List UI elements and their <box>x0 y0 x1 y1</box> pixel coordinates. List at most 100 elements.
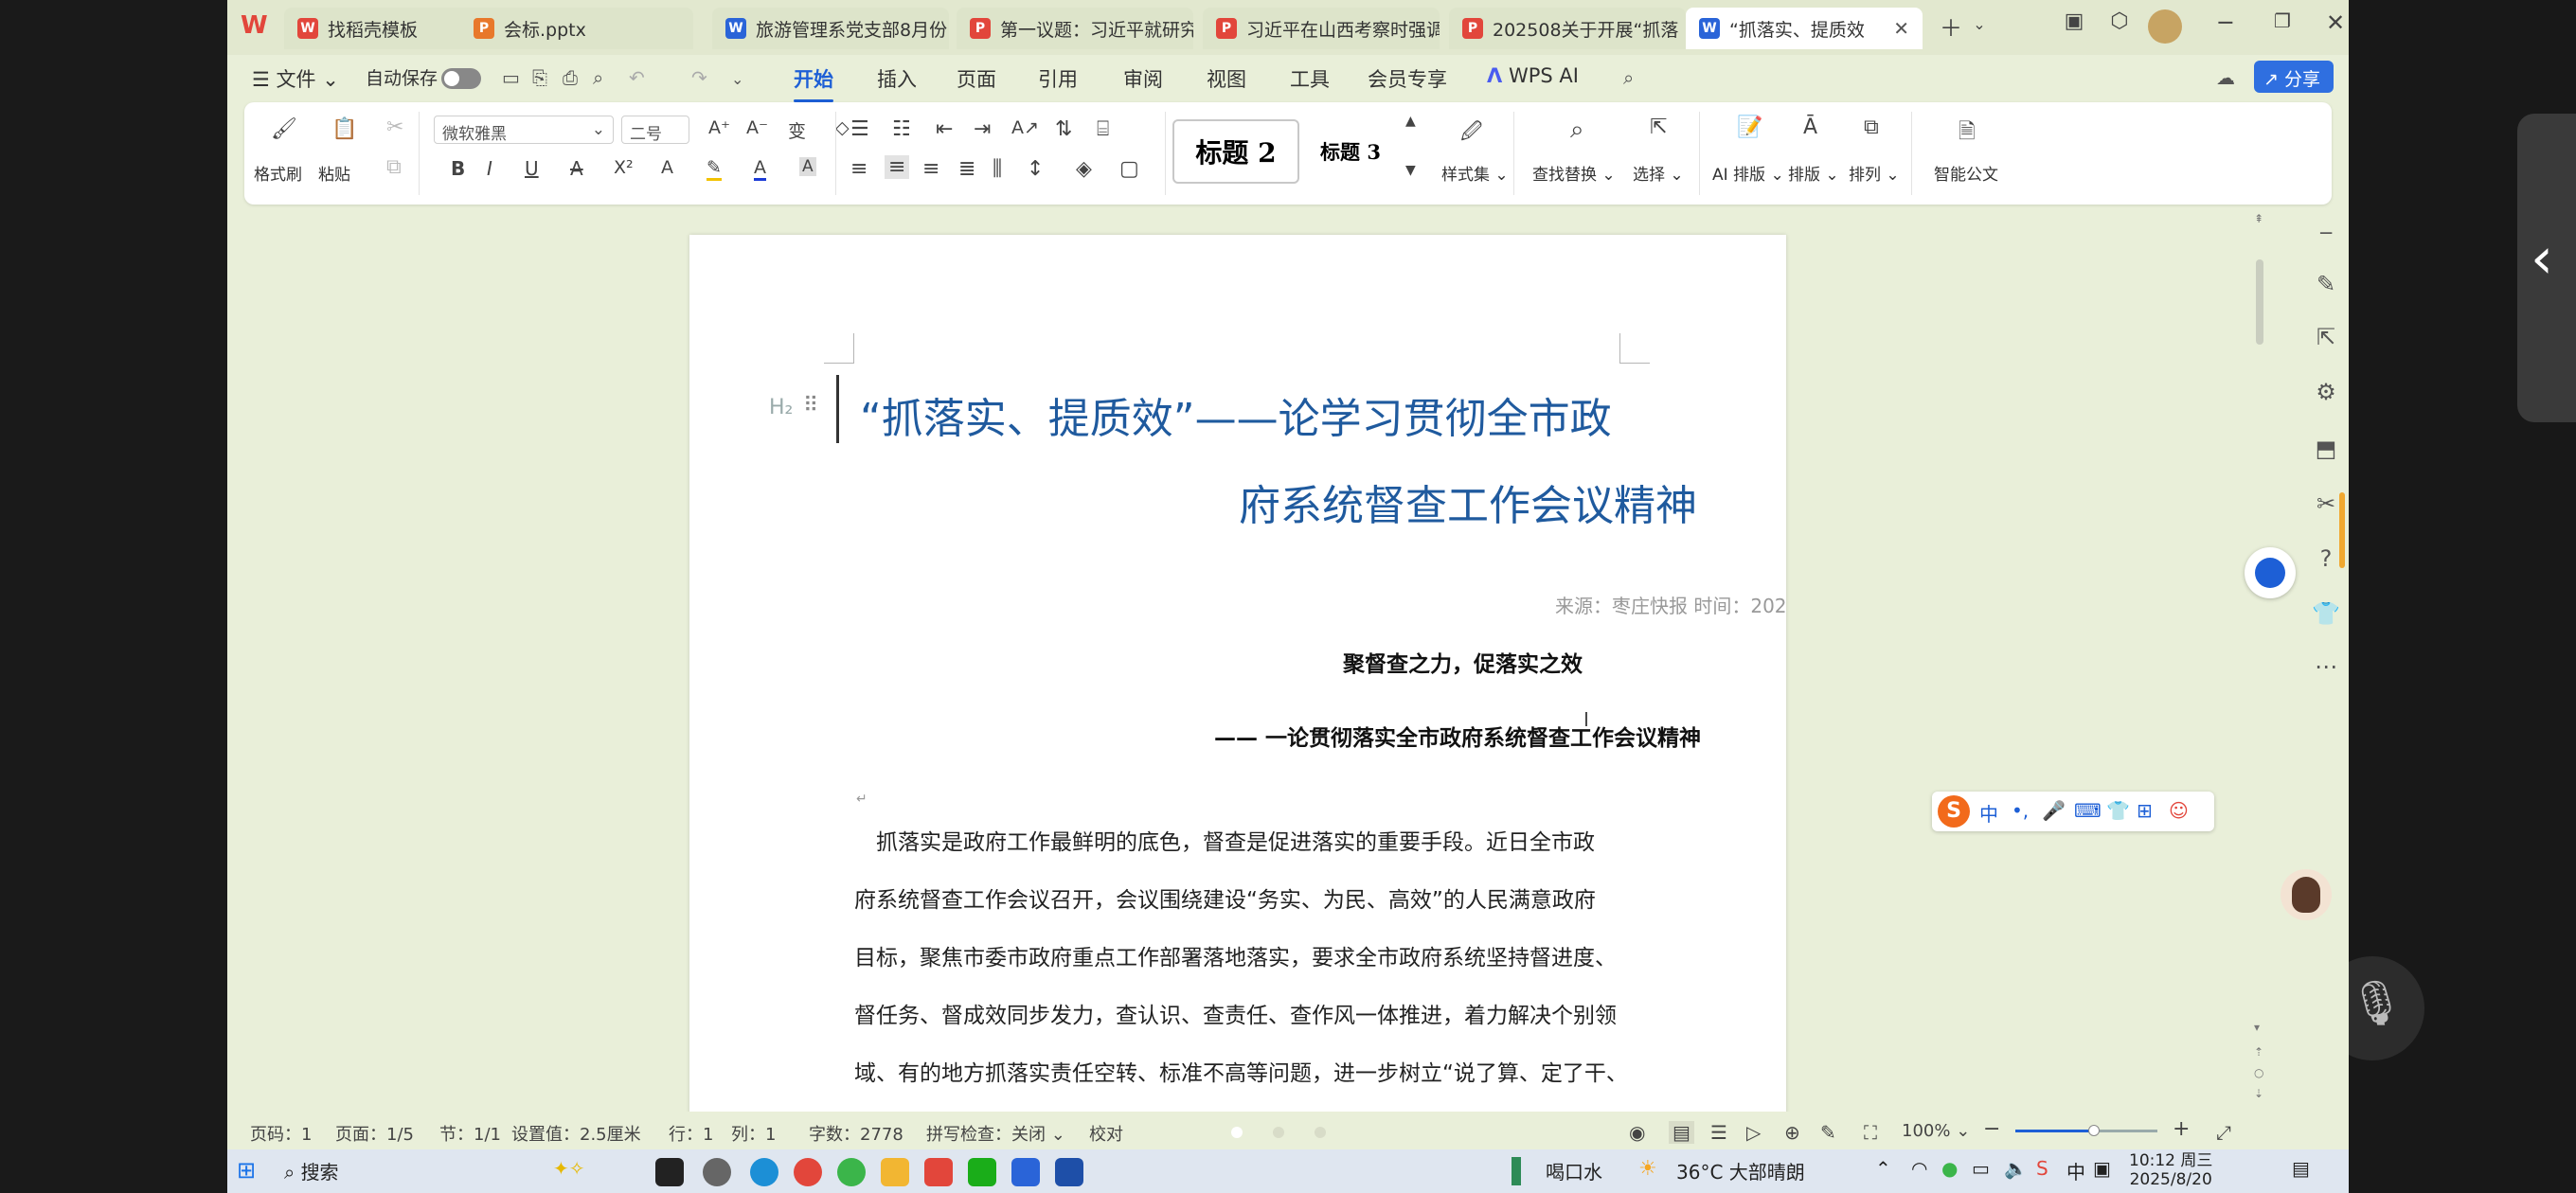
ime-punct-icon[interactable]: •, <box>2012 799 2029 822</box>
page-dot[interactable] <box>1231 1127 1243 1138</box>
tab-member[interactable]: 会员专享 <box>1368 64 1447 93</box>
ime-keyboard-icon[interactable]: ⌨ <box>2074 799 2102 822</box>
autosave-toggle[interactable] <box>441 68 481 89</box>
taskbar-search[interactable]: ⌕ 搜索 <box>284 1157 339 1184</box>
prev-page-icon[interactable]: ⇡ <box>2254 1045 2263 1059</box>
page-code[interactable]: 页码：1 <box>250 1121 312 1146</box>
wechat-icon[interactable] <box>968 1158 996 1186</box>
wps-taskbar-icon[interactable] <box>924 1158 953 1186</box>
scrollbar-thumb[interactable] <box>2256 259 2263 345</box>
browser-icon[interactable] <box>837 1158 866 1186</box>
windows-start-icon[interactable]: ⊞ <box>237 1157 256 1184</box>
collapse-panel-icon[interactable]: ─ <box>2309 222 2343 244</box>
share-button[interactable]: ↗ 分享 <box>2254 61 2334 93</box>
play-icon[interactable]: ▷ <box>1746 1121 1761 1144</box>
wifi-icon[interactable]: ◠ <box>1911 1157 1927 1180</box>
more-icon[interactable]: ⋯ <box>2309 653 2343 680</box>
find-replace-button[interactable]: 查找替换 ⌄ <box>1532 161 1616 185</box>
select-button[interactable]: 选择 ⌄ <box>1633 161 1684 185</box>
font-name-select[interactable]: 微软雅黑 ⌄ <box>434 116 614 144</box>
page-dot[interactable] <box>1273 1127 1284 1138</box>
line-spacing-icon[interactable]: ↕ <box>1027 157 1044 181</box>
zoom-level[interactable]: 100% ⌄ <box>1902 1121 1970 1141</box>
save-icon[interactable]: ▭ <box>502 66 520 89</box>
justify-icon[interactable]: ≣ <box>958 157 975 181</box>
avatar-assistant[interactable] <box>2281 869 2332 920</box>
char-shading-icon[interactable]: A <box>799 157 816 176</box>
style-heading-2[interactable]: 标题 2 <box>1172 119 1299 184</box>
tab-4[interactable]: P 习近平在山西考察时强调 <box>1203 8 1440 49</box>
proofread-button[interactable]: 校对 <box>1089 1121 1123 1146</box>
text-direction-icon[interactable]: A↗ <box>1011 117 1039 138</box>
cube-icon[interactable]: ⬡ <box>2101 9 2138 33</box>
layout-button[interactable]: 排版 ⌄ <box>1788 161 1839 185</box>
print-icon[interactable]: ⎙ <box>563 66 578 89</box>
calendar-icon[interactable]: ▣ <box>2093 1157 2111 1180</box>
vertical-scrollbar[interactable]: ⇞ ▾ ⇡ ○ ⇣ <box>2254 212 2265 1110</box>
ime-emoji-icon[interactable]: ☺ <box>2169 799 2189 822</box>
zoom-slider-thumb[interactable] <box>2087 1125 2100 1136</box>
spellcheck-status[interactable]: 拼写检查：关闭 ⌄ <box>926 1121 1065 1146</box>
tray-wps-icon[interactable]: S <box>2036 1157 2048 1180</box>
italic-icon[interactable]: I <box>487 157 492 180</box>
shrink-font-icon[interactable]: A⁻ <box>746 117 768 138</box>
style-set-button[interactable]: 样式集 ⌄ <box>1441 161 1509 185</box>
ime-indicator[interactable]: 中 <box>2066 1157 2085 1184</box>
align-left-icon[interactable]: ≡ <box>850 157 868 181</box>
paragraph-line[interactable]: 域、有的地方抓落实责任空转、标准不高等问题，进一步树立“说了算、定了干、 <box>854 1055 1628 1087</box>
align-center-icon[interactable]: ≡ <box>885 155 910 179</box>
style-heading-3[interactable]: 标题 3 <box>1305 119 1396 184</box>
style-scroll-down-icon[interactable]: ▼ <box>1405 163 1416 178</box>
restore-icon[interactable]: ❐ <box>2263 9 2301 32</box>
mail-icon[interactable] <box>1011 1158 1040 1186</box>
reminder-label[interactable]: 喝口水 <box>1546 1157 1602 1184</box>
ai-layout-button[interactable]: AI 排版 ⌄ <box>1712 161 1784 185</box>
meeting-icon[interactable] <box>1055 1158 1083 1186</box>
cursor-icon[interactable]: ⇱ <box>2309 324 2343 350</box>
distribute-icon[interactable]: ⫼ <box>993 157 1002 181</box>
chevron-down-icon[interactable]: ⌄ <box>1960 15 1998 33</box>
clear-format-icon[interactable]: ◇ <box>835 117 850 138</box>
chrome-icon[interactable] <box>794 1158 822 1186</box>
app-icon[interactable] <box>655 1158 684 1186</box>
copy-icon[interactable]: ⧉ <box>386 155 402 179</box>
tools-icon[interactable]: ✂ <box>2309 490 2343 517</box>
eye-protect-icon[interactable]: ◉ <box>1629 1121 1645 1144</box>
print-preview-icon[interactable]: ⌕ <box>593 66 603 89</box>
drag-handle-icon[interactable]: ⠿ <box>803 394 818 418</box>
text-effect-icon[interactable]: A <box>661 157 673 178</box>
sparkle-icon[interactable]: ✦✧ <box>553 1157 585 1180</box>
web-view-icon[interactable]: ⊕ <box>1784 1121 1800 1144</box>
paragraph-line[interactable]: 目标，聚焦市委市政府重点工作部署落地落实，要求全市政府系统坚持督进度、 <box>854 939 1617 971</box>
document-page[interactable]: H₂ ⠿ “抓落实、提质效”——论学习贯彻全市政 府系统督查工作会议精神 来源：… <box>689 235 1786 1125</box>
volume-icon[interactable]: 🔈 <box>2004 1157 2028 1180</box>
more-chevron-icon[interactable]: ⌄ <box>731 70 743 88</box>
chevron-left-icon[interactable]: ‹ <box>2531 225 2553 292</box>
subtitle-2[interactable]: —— 一论贯彻落实全市政府系统督查工作会议精神 <box>1214 720 1701 752</box>
tab-view[interactable]: 视图 <box>1207 64 1246 93</box>
column-number[interactable]: 列：1 <box>731 1121 776 1146</box>
tab-review[interactable]: 审阅 <box>1123 64 1163 93</box>
font-color-icon[interactable]: A <box>754 157 766 181</box>
superscript-icon[interactable]: X² <box>614 157 634 178</box>
file-menu[interactable]: ☰ 文件 ⌄ <box>252 64 339 93</box>
tab-page[interactable]: 页面 <box>957 64 996 93</box>
browse-object-icon[interactable]: ○ <box>2254 1066 2263 1079</box>
tab-3[interactable]: P 第一议题：习近平就研究 <box>957 8 1193 49</box>
source-line[interactable]: 来源：枣庄快报 时间：2025-08-05 <box>1555 591 1786 618</box>
section[interactable]: 节：1/1 <box>439 1121 501 1146</box>
zoom-in-icon[interactable]: + <box>2173 1117 2190 1141</box>
shading-icon[interactable]: ◈ <box>1076 157 1092 181</box>
decrease-indent-icon[interactable]: ⇤ <box>936 117 953 141</box>
format-painter-button[interactable]: 格式刷 <box>254 161 302 185</box>
sort-icon[interactable]: ⇅ <box>1055 117 1072 141</box>
cut-icon[interactable]: ✂ <box>386 116 403 139</box>
redo-icon[interactable]: ↷ <box>691 66 707 89</box>
tab-5[interactable]: P 202508关于开展“抓落 <box>1449 8 1686 49</box>
scroll-down-icon[interactable]: ▾ <box>2254 1021 2260 1034</box>
fullscreen-icon[interactable]: ⤢ <box>2216 1121 2231 1144</box>
tab-references[interactable]: 引用 <box>1038 64 1078 93</box>
font-size-select[interactable]: 二号 <box>621 116 689 144</box>
battery-icon[interactable]: ▭ <box>1972 1157 1990 1180</box>
setting-value[interactable]: 设置值：2.5厘米 <box>511 1121 641 1146</box>
